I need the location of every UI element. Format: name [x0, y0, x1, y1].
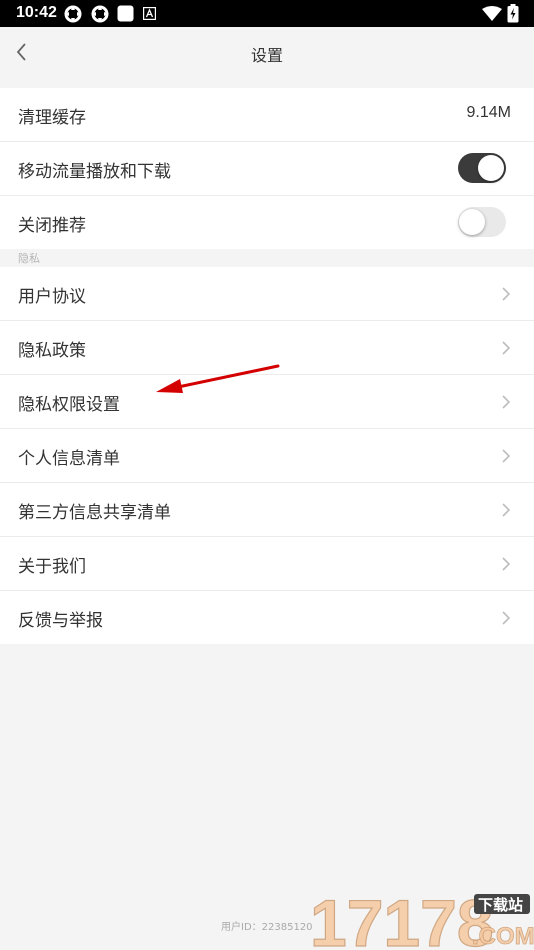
clear-cache-label: 清理缓存 — [18, 108, 86, 128]
list-item-label: 关于我们 — [18, 557, 86, 577]
disable-recommend-label: 关闭推荐 — [18, 216, 86, 236]
privacy-group: 用户协议 隐私政策 隐私权限设置 个人信息清单 第三方信息共享清单 关于我们 反… — [0, 267, 534, 644]
chevron-right-icon — [502, 449, 511, 463]
status-time: 10:42 — [16, 4, 57, 21]
list-item-about-us[interactable]: 关于我们 — [0, 537, 534, 591]
list-item-label: 隐私权限设置 — [18, 395, 120, 415]
toggle-knob — [478, 155, 504, 181]
toggle-knob — [459, 209, 485, 235]
cache-size-value: 9.14M — [466, 104, 511, 121]
settings-gear-icon — [64, 5, 82, 23]
list-item-label: 个人信息清单 — [18, 449, 120, 469]
list-item-third-party-sharing[interactable]: 第三方信息共享清单 — [0, 483, 534, 537]
list-item-label: 用户协议 — [18, 287, 86, 307]
list-item-label: 反馈与举报 — [18, 611, 103, 631]
list-item-label: 隐私政策 — [18, 341, 86, 361]
watermark-logo: 17178 下载站 .COM — [309, 886, 534, 950]
chevron-right-icon — [502, 395, 511, 409]
mobile-data-row: 移动流量播放和下载 — [0, 142, 534, 196]
mobile-data-label: 移动流量播放和下载 — [18, 162, 171, 182]
disable-recommend-row: 关闭推荐 — [0, 196, 534, 249]
mobile-data-toggle[interactable] — [458, 153, 506, 183]
disable-recommend-toggle[interactable] — [458, 207, 506, 237]
chevron-right-icon — [502, 503, 511, 517]
list-item-personal-info[interactable]: 个人信息清单 — [0, 429, 534, 483]
settings-gear-icon — [91, 5, 109, 23]
chevron-right-icon — [502, 341, 511, 355]
user-id-text: 用户ID：22385120 — [221, 922, 313, 933]
clear-cache-row[interactable]: 清理缓存 9.14M — [0, 88, 534, 142]
watermark-domain: .COM — [472, 923, 534, 950]
watermark-number: 17178 — [310, 886, 494, 950]
list-item-feedback-report[interactable]: 反馈与举报 — [0, 591, 534, 644]
general-settings-group: 清理缓存 9.14M 移动流量播放和下载 关闭推荐 — [0, 88, 534, 249]
chevron-right-icon — [502, 611, 511, 625]
status-bar: 10:42 — [0, 0, 534, 27]
page-title: 设置 — [250, 46, 283, 65]
list-item-label: 第三方信息共享清单 — [18, 503, 171, 523]
privacy-section-label: 隐私 — [18, 252, 40, 265]
wifi-icon — [482, 6, 502, 21]
square-icon — [117, 5, 134, 22]
watermark-tag: 下载站 — [478, 896, 523, 914]
chevron-right-icon — [502, 287, 511, 301]
battery-charging-icon — [507, 4, 519, 23]
header: 设置 — [0, 27, 534, 77]
annotation-arrow-icon — [156, 364, 280, 393]
list-item-user-agreement[interactable]: 用户协议 — [0, 267, 534, 321]
chevron-right-icon — [502, 557, 511, 571]
app-a-icon — [143, 7, 156, 20]
